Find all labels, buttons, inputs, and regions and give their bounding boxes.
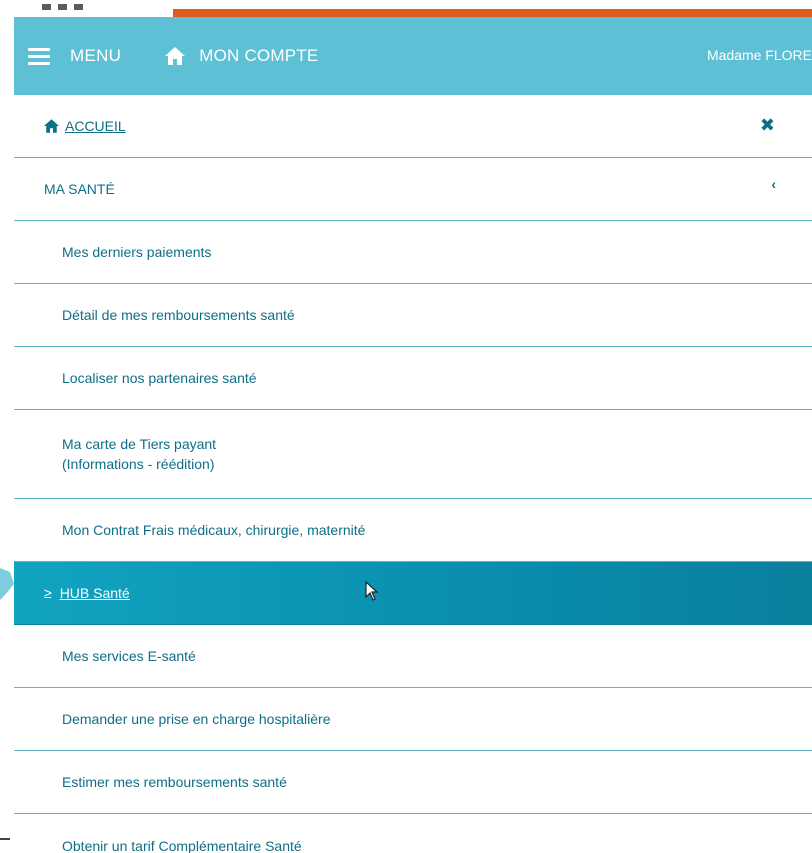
menu-item-label: Mon Contrat Frais médicaux, chirurgie, m… <box>62 522 366 538</box>
user-name[interactable]: Madame FLORE <box>707 47 812 63</box>
menu-item-label: Détail de mes remboursements santé <box>62 307 295 323</box>
menu-item-label-line2: (Informations - réédition) <box>62 456 215 472</box>
orange-accent-strip <box>173 9 812 17</box>
menu-item[interactable]: Demander une prise en charge hospitalièr… <box>14 688 812 751</box>
home-icon <box>44 119 59 133</box>
menu-section-ma-sante[interactable]: MA SANTÉ ‹ <box>14 158 812 221</box>
menu-row-home: ACCUEIL ✖ <box>14 95 812 158</box>
menu-button[interactable]: MENU <box>28 46 121 66</box>
menu-item[interactable]: Ma carte de Tiers payant (Informations -… <box>14 410 812 499</box>
section-label: MA SANTÉ <box>44 181 115 197</box>
menu-item-label: Mes services E-santé <box>62 648 196 664</box>
menu-item[interactable]: Estimer mes remboursements santé <box>14 751 812 814</box>
menu-item-label: Demander une prise en charge hospitalièr… <box>62 711 331 727</box>
top-bar: MENU MON COMPTE Madame FLORE <box>14 17 812 95</box>
menu-item[interactable]: Mon Contrat Frais médicaux, chirurgie, m… <box>14 499 812 562</box>
account-label: MON COMPTE <box>199 46 319 65</box>
home-icon <box>165 47 186 65</box>
edge-arrow-decoration <box>0 568 14 600</box>
menu-item-label: Estimer mes remboursements santé <box>62 774 287 790</box>
chevron-left-icon[interactable]: ‹ <box>771 176 776 192</box>
menu-item[interactable]: Localiser nos partenaires santé <box>14 347 812 410</box>
side-menu: ACCUEIL ✖ MA SANTÉ ‹ Mes derniers paieme… <box>14 95 812 853</box>
top-dashes-decoration <box>42 4 86 10</box>
menu-item[interactable]: Mes derniers paiements <box>14 221 812 284</box>
menu-label: MENU <box>70 46 122 65</box>
active-prefix: ≥ <box>44 585 52 601</box>
menu-item-label: Ma carte de Tiers payant (Informations -… <box>62 434 216 474</box>
edge-tick-decoration <box>0 838 10 840</box>
home-label: ACCUEIL <box>65 118 126 134</box>
menu-item[interactable]: Obtenir un tarif Complémentaire Santé <box>14 814 812 853</box>
mouse-cursor-icon <box>365 581 379 601</box>
menu-item-label: HUB Santé <box>59 585 130 601</box>
home-link[interactable]: ACCUEIL <box>44 116 126 136</box>
menu-item-label: Obtenir un tarif Complémentaire Santé <box>62 837 302 853</box>
page: MENU MON COMPTE Madame FLORE ACCUEIL ✖ M… <box>0 0 812 853</box>
close-icon[interactable]: ✖ <box>760 115 775 136</box>
menu-item-active[interactable]: ≥ HUB Santé <box>14 562 812 625</box>
menu-item[interactable]: Mes services E-santé <box>14 625 812 688</box>
menu-item-label-line1: Ma carte de Tiers payant <box>62 436 217 452</box>
menu-item[interactable]: Détail de mes remboursements santé <box>14 284 812 347</box>
menu-item-label: Mes derniers paiements <box>62 244 212 260</box>
hamburger-icon <box>28 47 50 65</box>
menu-item-label: Localiser nos partenaires santé <box>62 370 257 386</box>
account-button[interactable]: MON COMPTE <box>165 46 318 66</box>
